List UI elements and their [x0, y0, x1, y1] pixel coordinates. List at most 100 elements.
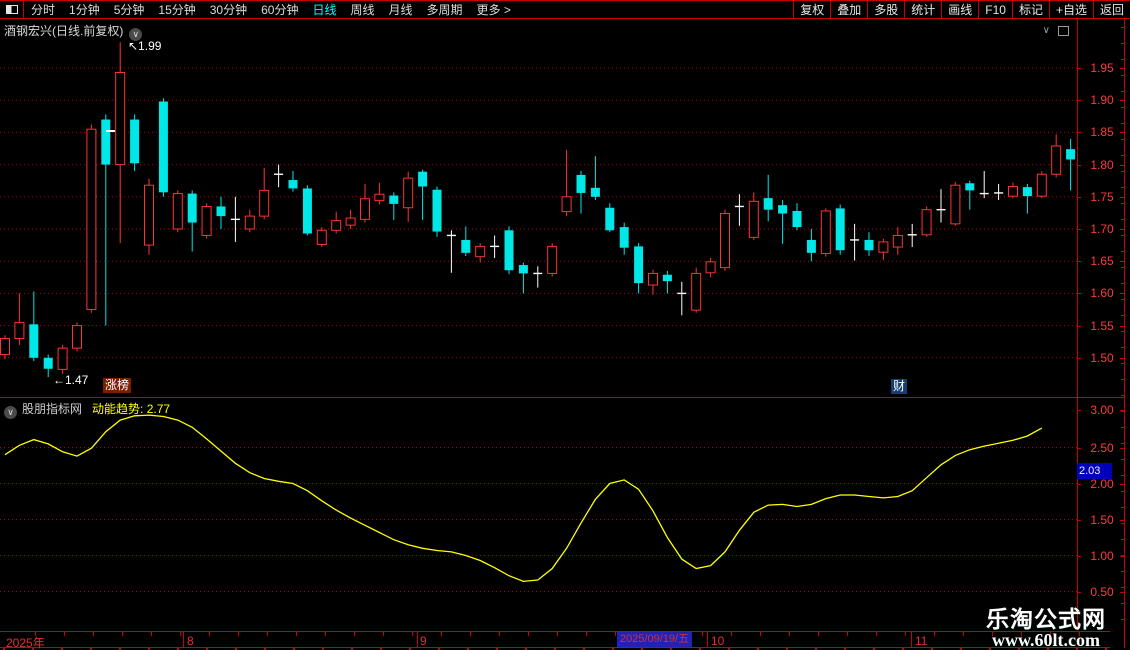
indicator-source: 股朋指标网 [22, 402, 83, 416]
selected-date-badge: 2025/09/19/五 [617, 632, 693, 647]
toolbar-button-8[interactable]: 返回 [1092, 1, 1130, 18]
week-tick [296, 632, 297, 636]
axis-tick [1120, 357, 1124, 359]
toolbar-button-0[interactable]: 复权 [793, 1, 830, 18]
axis-tick [1120, 164, 1124, 166]
window-layout-button[interactable] [0, 1, 24, 18]
indicator-line [4, 414, 1043, 583]
top-menubar: 分时 1分钟 5分钟 15分钟 30分钟 60分钟 日线 周线 月线 多周期 更多 > 复权 叠加 多股… [0, 0, 1130, 19]
toolbar-button-4[interactable]: 画线 [941, 1, 978, 18]
panel-window-icon[interactable] [1058, 25, 1069, 36]
week-tick [35, 632, 36, 636]
main-axis-label: 1.55 [1090, 318, 1114, 333]
chevron-down-circle-icon[interactable]: ∨ [129, 28, 143, 41]
axis-minor-tick [1121, 555, 1124, 556]
axis-minor-tick [1121, 459, 1124, 460]
week-tick [267, 632, 268, 636]
month-separator [183, 632, 184, 647]
axis-tick [1120, 447, 1124, 449]
axis-tick [1078, 68, 1081, 69]
menu-item-5[interactable]: 60分钟 [254, 1, 305, 18]
axis-minor-tick [1121, 43, 1124, 44]
month-separator [417, 632, 418, 647]
axis-minor-tick [1121, 123, 1124, 124]
axis-tick [1120, 293, 1124, 295]
week-tick [876, 632, 877, 636]
indicator-header: ∨ 股朋指标网 动能趋势: 2.77 [4, 400, 170, 419]
main-candlestick-chart[interactable]: ↖1.99 ←1.47 酒钢宏兴(日线.前复权) ∨ ∨ [0, 19, 1077, 397]
axis-tick [1120, 519, 1124, 521]
date-axis-row: 2025年 8 9 10 11 [0, 631, 1110, 650]
main-axis-label: 1.80 [1090, 157, 1114, 172]
date-label: 2025年 [6, 636, 45, 650]
week-tick [557, 632, 558, 636]
axis-minor-tick [1121, 443, 1124, 444]
menu-item-1[interactable]: 1分钟 [62, 1, 107, 18]
menu-item-8[interactable]: 月线 [382, 1, 420, 18]
axis-minor-tick [1121, 299, 1124, 300]
toolbar-button-3[interactable]: 统计 [904, 1, 941, 18]
axis-minor-tick [1121, 315, 1124, 316]
candlestick-plot[interactable]: ↖1.99 ←1.47 [0, 19, 1077, 397]
week-tick [528, 632, 529, 636]
axis-tick [1120, 196, 1124, 198]
axis-minor-tick [1121, 107, 1124, 108]
axis-right-border [1124, 19, 1125, 648]
axis-minor-tick [1121, 475, 1124, 476]
axis-tick [1120, 132, 1124, 134]
axis-minor-tick [1121, 219, 1124, 220]
axis-minor-tick [1121, 331, 1124, 332]
toolbar-button-7[interactable]: +自选 [1048, 1, 1093, 18]
menu-item-3[interactable]: 15分钟 [151, 1, 202, 18]
main-axis-label: 1.50 [1090, 350, 1114, 365]
toolbar-button-2[interactable]: 多股 [867, 1, 904, 18]
menu-item-4[interactable]: 30分钟 [203, 1, 254, 18]
axis-minor-tick [1121, 235, 1124, 236]
main-axis-label: 1.60 [1090, 286, 1114, 301]
axis-minor-tick [1121, 91, 1124, 92]
toolbar-button-1[interactable]: 叠加 [830, 1, 867, 18]
indicator-plot[interactable] [0, 398, 1077, 630]
menu-item-0[interactable]: 分时 [24, 1, 62, 18]
toolbar-button-6[interactable]: 标记 [1011, 1, 1049, 18]
week-tick [847, 632, 848, 636]
chevron-down-circle-icon[interactable]: ∨ [4, 406, 17, 419]
low-annotation: ←1.47 [53, 373, 89, 387]
week-tick [151, 632, 152, 636]
chevron-down-icon[interactable]: ∨ [1043, 25, 1050, 36]
indicator-subchart[interactable]: ∨ 股朋指标网 动能趋势: 2.77 [0, 398, 1077, 630]
axis-tick [1078, 357, 1081, 359]
menu-item-9[interactable]: 多周期 [420, 1, 470, 18]
sub-axis-label: 1.00 [1090, 548, 1114, 563]
axis-minor-tick [1121, 139, 1124, 140]
menu-item-6[interactable]: 日线 [305, 1, 343, 18]
sub-axis-label: 2.00 [1090, 476, 1114, 491]
trading-app-window: 分时 1分钟 5分钟 15分钟 30分钟 60分钟 日线 周线 月线 多周期 更多 > 复权 叠加 多股… [0, 0, 1130, 650]
watermark-url: www.60lt.com [992, 630, 1100, 650]
month-separator [911, 632, 912, 647]
week-tick [470, 632, 471, 636]
main-axis-label: 1.75 [1090, 189, 1114, 204]
date-label: 11 [915, 634, 928, 648]
indicator-axis-badge: 2.03 [1077, 463, 1112, 479]
axis-tick [1120, 68, 1124, 69]
axis-minor-tick [1121, 203, 1124, 204]
menu-item-10[interactable]: 更多 > [470, 1, 518, 18]
axis-minor-tick [1121, 507, 1124, 508]
week-tick [238, 632, 239, 636]
panel-corner-controls: ∨ [1043, 25, 1069, 36]
hot-rank-tag[interactable]: 涨榜 [103, 378, 132, 393]
axis-minor-tick [1121, 155, 1124, 156]
indicator-value: 2.77 [146, 402, 171, 416]
axis-minor-tick [1121, 59, 1124, 60]
finance-tag[interactable]: 财 [891, 379, 908, 394]
high-annotation: ↖1.99 [128, 39, 162, 53]
axis-tick [1078, 591, 1081, 593]
week-tick [818, 632, 819, 636]
main-axis-label: 1.90 [1090, 93, 1114, 108]
toolbar-button-5[interactable]: F10 [978, 1, 1012, 18]
menu-item-2[interactable]: 5分钟 [107, 1, 152, 18]
menu-item-7[interactable]: 周线 [343, 1, 381, 18]
axis-tick [1120, 229, 1124, 230]
axis-tick [1078, 447, 1081, 449]
